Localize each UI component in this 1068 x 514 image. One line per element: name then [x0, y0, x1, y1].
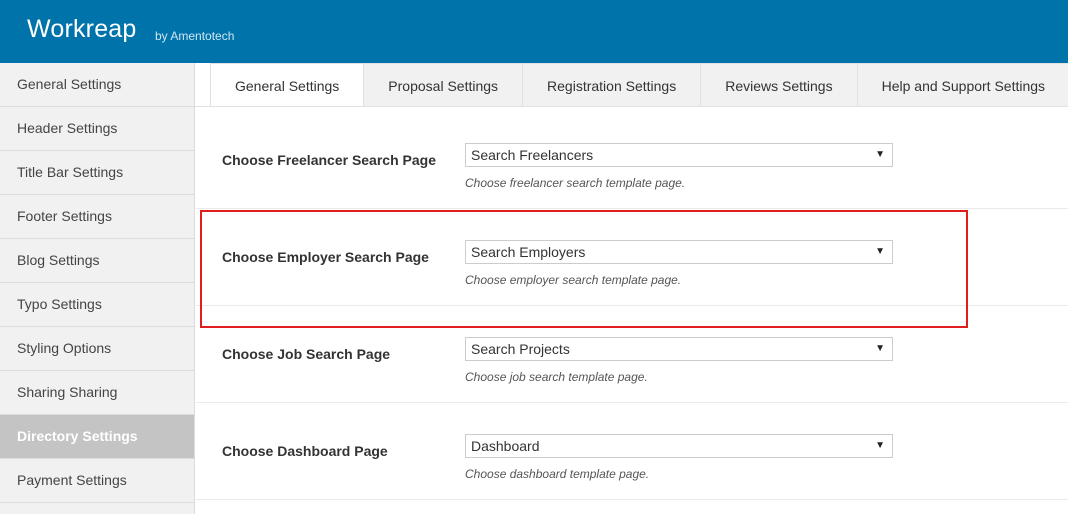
sidebar-item-payment-settings[interactable]: Payment Settings: [0, 459, 194, 503]
sidebar-item-directory-settings[interactable]: Directory Settings: [0, 415, 194, 459]
setting-description: Choose job search template page.: [465, 370, 648, 384]
caret-down-icon: ▼: [875, 343, 885, 354]
sidebar-item-styling-options[interactable]: Styling Options: [0, 327, 194, 371]
select-value: Search Projects: [471, 341, 570, 357]
tab-reviews-settings[interactable]: Reviews Settings: [701, 63, 858, 107]
setting-row-employer-search: Choose Employer Search Page Search Emplo…: [196, 209, 1068, 306]
select-value: Dashboard: [471, 438, 540, 454]
select-value: Search Employers: [471, 244, 586, 260]
sidebar-item-footer-settings[interactable]: Footer Settings: [0, 195, 194, 239]
employer-search-page-select[interactable]: Search Employers ▼: [465, 240, 893, 264]
select-value: Search Freelancers: [471, 147, 594, 163]
setting-row-dashboard: Choose Dashboard Page Dashboard ▼ Choose…: [196, 403, 1068, 500]
brand-title: Workreap: [27, 15, 137, 43]
job-search-page-select[interactable]: Search Projects ▼: [465, 337, 893, 361]
settings-tabs: General Settings Proposal Settings Regis…: [210, 63, 1068, 107]
setting-row-job-search: Choose Job Search Page Search Projects ▼…: [196, 306, 1068, 403]
sidebar-item-blog-settings[interactable]: Blog Settings: [0, 239, 194, 283]
tab-help-support-settings[interactable]: Help and Support Settings: [857, 63, 1068, 107]
setting-label: Choose Employer Search Page: [222, 249, 429, 265]
top-header: Workreap by Amentotech: [0, 0, 1068, 63]
setting-label: Choose Dashboard Page: [222, 443, 388, 459]
caret-down-icon: ▼: [875, 246, 885, 257]
setting-row-freelancer-search: Choose Freelancer Search Page Search Fre…: [196, 112, 1068, 209]
setting-label: Choose Freelancer Search Page: [222, 152, 436, 168]
sidebar-item-general-settings[interactable]: General Settings: [0, 63, 194, 107]
dashboard-page-select[interactable]: Dashboard ▼: [465, 434, 893, 458]
sidebar-item-header-settings[interactable]: Header Settings: [0, 107, 194, 151]
brand-byline: by Amentotech: [155, 29, 235, 43]
setting-description: Choose employer search template page.: [465, 273, 682, 287]
tab-proposal-settings[interactable]: Proposal Settings: [364, 63, 524, 107]
freelancer-search-page-select[interactable]: Search Freelancers ▼: [465, 143, 893, 167]
setting-description: Choose freelancer search template page.: [465, 176, 686, 190]
sidebar-item-sharing[interactable]: Sharing Sharing: [0, 371, 194, 415]
caret-down-icon: ▼: [875, 149, 885, 160]
tab-general-settings[interactable]: General Settings: [210, 63, 365, 107]
sidebar-item-title-bar-settings[interactable]: Title Bar Settings: [0, 151, 194, 195]
sidebar: General Settings Header Settings Title B…: [0, 63, 195, 514]
tab-registration-settings[interactable]: Registration Settings: [523, 63, 702, 107]
sidebar-item-typo-settings[interactable]: Typo Settings: [0, 283, 194, 327]
setting-description: Choose dashboard template page.: [465, 467, 650, 481]
tab-divider: [195, 106, 1068, 107]
caret-down-icon: ▼: [875, 440, 885, 451]
setting-label: Choose Job Search Page: [222, 346, 391, 362]
